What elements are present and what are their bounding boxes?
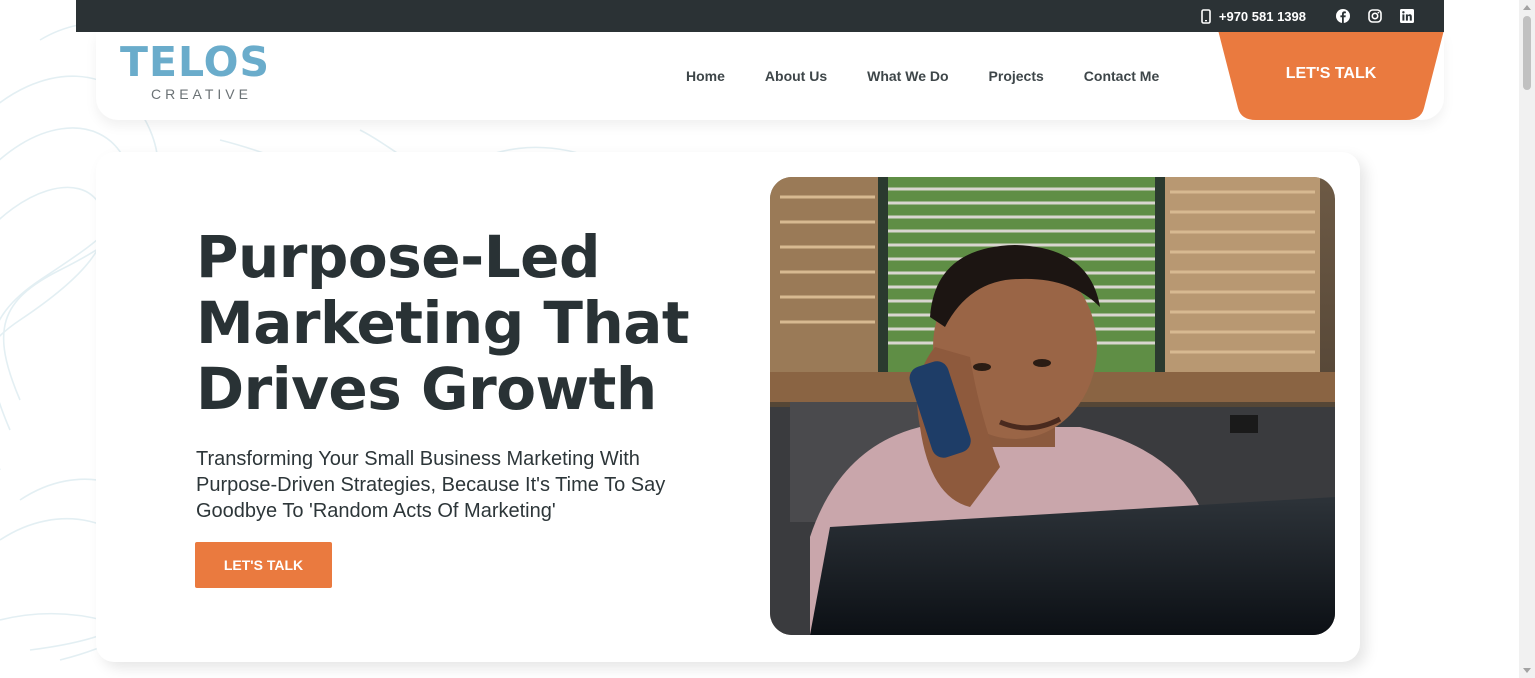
- scroll-down-arrow-icon[interactable]: [1523, 668, 1531, 673]
- header-lets-talk-button[interactable]: LET'S TALK: [1218, 30, 1444, 120]
- header-cta-label: LET'S TALK: [1285, 65, 1377, 82]
- linkedin-icon[interactable]: [1400, 9, 1414, 23]
- hero-photo: [770, 177, 1335, 635]
- scroll-up-arrow-icon[interactable]: [1523, 5, 1531, 10]
- logo-wordmark: TELOS: [120, 38, 271, 86]
- nav-what-we-do[interactable]: What We Do: [867, 68, 948, 84]
- facebook-icon[interactable]: [1336, 9, 1350, 23]
- scrollbar-thumb[interactable]: [1523, 16, 1531, 90]
- phone-contact[interactable]: +970 581 1398: [1201, 0, 1306, 32]
- phone-icon: [1201, 8, 1211, 24]
- hero-lets-talk-button[interactable]: LET'S TALK: [195, 542, 332, 588]
- nav-about-us[interactable]: About Us: [765, 68, 827, 84]
- site-header: TELOS CREATIVE Home About Us What We Do …: [96, 30, 1444, 120]
- instagram-icon[interactable]: [1368, 9, 1382, 23]
- phone-number: +970 581 1398: [1218, 8, 1306, 24]
- nav-contact-me[interactable]: Contact Me: [1084, 68, 1159, 84]
- nav-projects[interactable]: Projects: [989, 68, 1044, 84]
- top-bar: +970 581 1398: [76, 0, 1444, 32]
- nav-home[interactable]: Home: [686, 68, 725, 84]
- hero-title: Purpose-Led Marketing That Drives Growth: [196, 223, 690, 423]
- logo-subtitle: CREATIVE: [151, 86, 252, 102]
- hero-subtitle: Transforming Your Small Business Marketi…: [196, 448, 666, 522]
- man-on-phone-image: [770, 177, 1335, 635]
- telos-logo[interactable]: TELOS CREATIVE: [120, 40, 285, 112]
- social-links: [1336, 0, 1414, 32]
- page-scrollbar[interactable]: [1519, 0, 1535, 678]
- main-nav: Home About Us What We Do Projects Contac…: [686, 32, 1159, 120]
